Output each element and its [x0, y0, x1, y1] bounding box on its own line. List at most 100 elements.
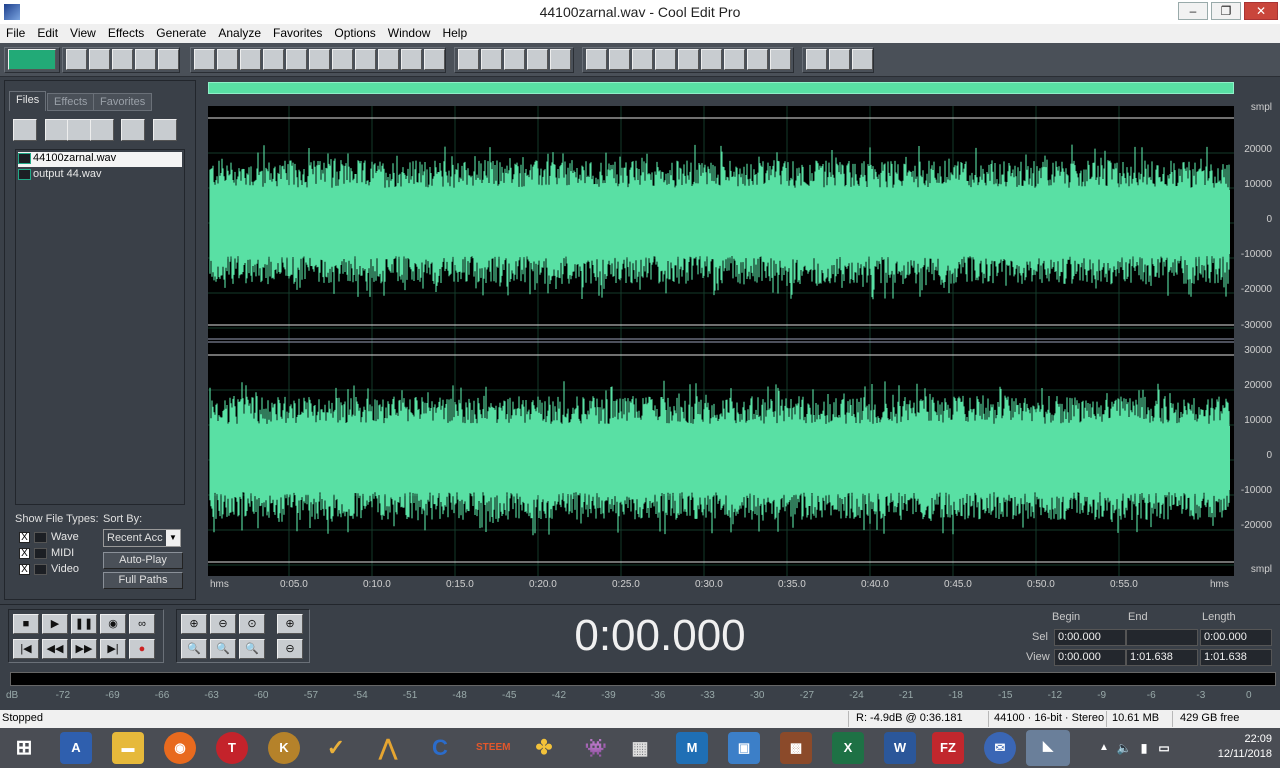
mix-paste-icon[interactable]: [378, 49, 399, 70]
c64-icon[interactable]: C: [424, 732, 456, 764]
word-icon[interactable]: W: [884, 732, 916, 764]
effects-settings-icon[interactable]: [121, 119, 145, 141]
play-button[interactable]: ▶: [42, 614, 68, 634]
view-begin-field[interactable]: 0:00.000: [1054, 649, 1126, 666]
minimize-button[interactable]: –: [1178, 2, 1208, 20]
restore-button[interactable]: ❐: [1211, 2, 1241, 20]
level-meter-icon[interactable]: [724, 49, 745, 70]
help-icon[interactable]: [852, 49, 873, 70]
undo-icon[interactable]: [194, 49, 215, 70]
list-item[interactable]: 44100zarnal.wav: [18, 152, 182, 167]
cut-icon[interactable]: [309, 49, 330, 70]
zoom-out-icon[interactable]: ⊖: [210, 614, 236, 634]
find-icon[interactable]: [424, 49, 445, 70]
checkbox-box[interactable]: X: [19, 547, 30, 559]
menu-edit[interactable]: Edit: [31, 24, 64, 40]
scripts-icon[interactable]: [829, 49, 850, 70]
game-box-icon[interactable]: ▩: [780, 732, 812, 764]
check-icon[interactable]: [481, 49, 502, 70]
zoom-full-icon[interactable]: ⊙: [239, 614, 265, 634]
rewind-button[interactable]: ◀◀: [42, 639, 68, 659]
file-list[interactable]: 44100zarnal.wav output 44.wav: [15, 149, 185, 505]
document-app-icon[interactable]: A: [60, 732, 92, 764]
close-button[interactable]: ✕: [1244, 2, 1278, 20]
edit-waveform-icon[interactable]: [458, 49, 479, 70]
sel-length-field[interactable]: 0:00.000: [1200, 629, 1272, 646]
zoom-selection-icon[interactable]: 🔍: [239, 639, 265, 659]
network-icon[interactable]: ▭: [1156, 732, 1172, 764]
paste-icon[interactable]: [332, 49, 353, 70]
file-explorer-icon[interactable]: ▬: [112, 732, 144, 764]
filezilla-icon[interactable]: FZ: [932, 732, 964, 764]
multitrack-toggle-icon[interactable]: [8, 49, 56, 70]
insert-cd-icon[interactable]: [90, 119, 114, 141]
chevron-down-icon[interactable]: ▼: [166, 530, 180, 546]
chevron-up-icon[interactable]: ▲: [1096, 732, 1112, 764]
menu-help[interactable]: Help: [436, 24, 473, 40]
loop-button[interactable]: ∞: [129, 614, 155, 634]
menu-options[interactable]: Options: [328, 24, 381, 40]
menu-window[interactable]: Window: [382, 24, 437, 40]
zoom-in-icon[interactable]: ⊕: [181, 614, 207, 634]
record-button[interactable]: ●: [129, 639, 155, 659]
copy-icon[interactable]: [286, 49, 307, 70]
tab-effects[interactable]: Effects: [47, 93, 95, 111]
chip-icon[interactable]: ▦: [624, 732, 656, 764]
menu-generate[interactable]: Generate: [150, 24, 212, 40]
zoom-out-vertical-icon[interactable]: ⊖: [277, 639, 303, 659]
save-all-icon[interactable]: [135, 49, 156, 70]
checkbox-video[interactable]: X Video: [19, 563, 79, 575]
cool-edit-taskbar-icon[interactable]: ◣: [1026, 730, 1070, 766]
time-window-icon[interactable]: [701, 49, 722, 70]
status-bar-icon[interactable]: [770, 49, 791, 70]
waveform-svg[interactable]: [208, 106, 1234, 576]
color-icon[interactable]: [747, 49, 768, 70]
invader-icon[interactable]: 👾: [580, 732, 612, 764]
sel-end-field[interactable]: [1126, 629, 1198, 646]
cue-list-icon[interactable]: [586, 49, 607, 70]
play-list-icon[interactable]: [655, 49, 676, 70]
excel-icon[interactable]: X: [832, 732, 864, 764]
view-end-field[interactable]: 1:01.638: [1126, 649, 1198, 666]
menu-effects[interactable]: Effects: [102, 24, 150, 40]
view-length-field[interactable]: 1:01.638: [1200, 649, 1272, 666]
redo-icon[interactable]: [217, 49, 238, 70]
trim-icon[interactable]: [401, 49, 422, 70]
close-file-icon[interactable]: [158, 49, 179, 70]
window-app-icon[interactable]: ▣: [728, 732, 760, 764]
spectral-icon[interactable]: [527, 49, 548, 70]
menu-file[interactable]: File: [0, 24, 31, 40]
fast-forward-button[interactable]: ▶▶: [71, 639, 97, 659]
sort-by-select[interactable]: Recent Acc ▼: [103, 529, 181, 547]
help-icon[interactable]: [153, 119, 177, 141]
auto-play-button[interactable]: Auto-Play: [103, 552, 183, 569]
grid-icon[interactable]: [504, 49, 525, 70]
insert-multitrack-icon[interactable]: [67, 119, 91, 141]
paint-icon[interactable]: ✓: [320, 732, 352, 764]
info-icon[interactable]: [609, 49, 630, 70]
audio-app-icon[interactable]: ⋀: [372, 732, 404, 764]
open-folder-icon[interactable]: [45, 119, 69, 141]
speaker-icon[interactable]: 🔈: [1116, 732, 1132, 764]
settings-icon[interactable]: [806, 49, 827, 70]
zoom-in-vertical-icon[interactable]: ⊕: [277, 614, 303, 634]
t-app-icon[interactable]: T: [216, 732, 248, 764]
checkbox-wave[interactable]: X Wave: [19, 531, 79, 543]
steem-icon[interactable]: STEEM: [476, 732, 510, 764]
start-icon[interactable]: ⊞: [8, 732, 40, 764]
paste-new-icon[interactable]: [355, 49, 376, 70]
open-folder-icon[interactable]: [13, 119, 37, 141]
new-file-icon[interactable]: [66, 49, 87, 70]
pause-button[interactable]: ❚❚: [71, 614, 97, 634]
stop-button[interactable]: ■: [13, 614, 39, 634]
k-app-icon[interactable]: K: [268, 732, 300, 764]
thunderbird-icon[interactable]: ✉: [984, 732, 1016, 764]
open-file-icon[interactable]: [89, 49, 110, 70]
zoom-right-icon[interactable]: 🔍: [210, 639, 236, 659]
go-to-start-button[interactable]: |◀: [13, 639, 39, 659]
info-window-icon[interactable]: [632, 49, 653, 70]
zoom-left-icon[interactable]: 🔍: [181, 639, 207, 659]
copy-to-new-icon[interactable]: [263, 49, 284, 70]
channel-icon[interactable]: [550, 49, 571, 70]
list-item[interactable]: output 44.wav: [18, 168, 182, 183]
